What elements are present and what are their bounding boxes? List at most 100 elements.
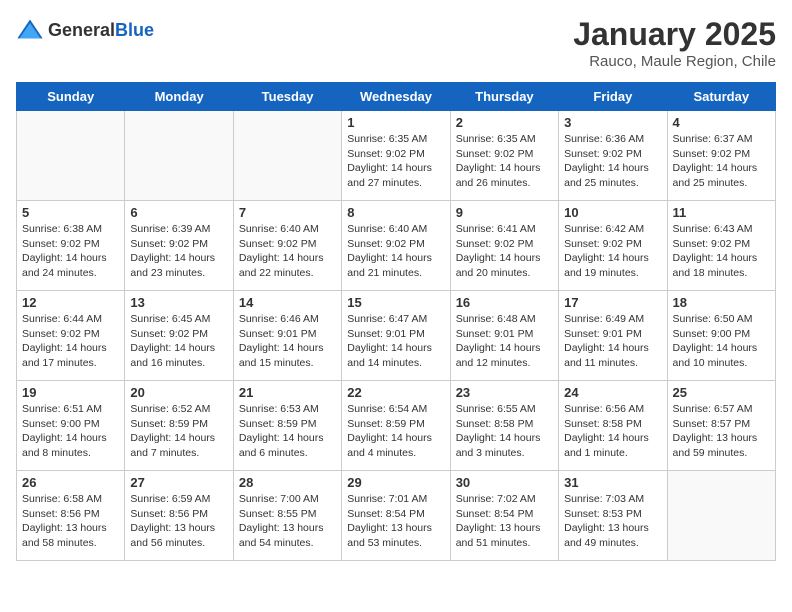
day-info: Sunrise: 6:38 AM Sunset: 9:02 PM Dayligh… (22, 222, 119, 281)
page-header: GeneralBlue January 2025 Rauco, Maule Re… (16, 16, 776, 70)
day-number: 11 (673, 205, 770, 220)
calendar-cell: 15 Sunrise: 6:47 AM Sunset: 9:01 PM Dayli… (342, 291, 450, 381)
week-row: 12 Sunrise: 6:44 AM Sunset: 9:02 PM Dayli… (17, 291, 776, 381)
day-number: 24 (564, 385, 661, 400)
day-number: 28 (239, 475, 336, 490)
day-number: 1 (347, 115, 444, 130)
calendar-table: SundayMondayTuesdayWednesdayThursdayFrid… (16, 82, 776, 561)
day-info: Sunrise: 6:51 AM Sunset: 9:00 PM Dayligh… (22, 402, 119, 461)
day-info: Sunrise: 6:35 AM Sunset: 9:02 PM Dayligh… (456, 132, 553, 191)
day-of-week-header: Tuesday (233, 83, 341, 111)
day-info: Sunrise: 7:03 AM Sunset: 8:53 PM Dayligh… (564, 492, 661, 551)
day-of-week-header: Thursday (450, 83, 558, 111)
day-number: 21 (239, 385, 336, 400)
day-info: Sunrise: 6:55 AM Sunset: 8:58 PM Dayligh… (456, 402, 553, 461)
calendar-subtitle: Rauco, Maule Region, Chile (573, 53, 776, 70)
day-info: Sunrise: 6:45 AM Sunset: 9:02 PM Dayligh… (130, 312, 227, 371)
week-row: 26Sunrise: 6:58 AM Sunset: 8:56 PM Dayli… (17, 471, 776, 561)
calendar-cell: 18 Sunrise: 6:50 AM Sunset: 9:00 PM Dayli… (667, 291, 775, 381)
day-info: Sunrise: 6:40 AM Sunset: 9:02 PM Dayligh… (347, 222, 444, 281)
calendar-cell: 8Sunrise: 6:40 AM Sunset: 9:02 PM Daylig… (342, 201, 450, 291)
day-info: Sunrise: 7:02 AM Sunset: 8:54 PM Dayligh… (456, 492, 553, 551)
week-row: 5 Sunrise: 6:38 AM Sunset: 9:02 PM Daylig… (17, 201, 776, 291)
calendar-cell: 17 Sunrise: 6:49 AM Sunset: 9:01 PM Dayli… (559, 291, 667, 381)
calendar-cell: 11 Sunrise: 6:43 AM Sunset: 9:02 PM Dayli… (667, 201, 775, 291)
day-info: Sunrise: 6:40 AM Sunset: 9:02 PM Dayligh… (239, 222, 336, 281)
day-number: 27 (130, 475, 227, 490)
day-info: Sunrise: 7:00 AM Sunset: 8:55 PM Dayligh… (239, 492, 336, 551)
calendar-cell: 29 Sunrise: 7:01 AM Sunset: 8:54 PM Dayli… (342, 471, 450, 561)
day-number: 19 (22, 385, 119, 400)
calendar-cell: 5 Sunrise: 6:38 AM Sunset: 9:02 PM Daylig… (17, 201, 125, 291)
day-info: Sunrise: 6:46 AM Sunset: 9:01 PM Dayligh… (239, 312, 336, 371)
calendar-cell (125, 111, 233, 201)
calendar-cell: 31 Sunrise: 7:03 AM Sunset: 8:53 PM Dayli… (559, 471, 667, 561)
day-number: 31 (564, 475, 661, 490)
calendar-cell: 14 Sunrise: 6:46 AM Sunset: 9:01 PM Dayli… (233, 291, 341, 381)
calendar-cell: 30 Sunrise: 7:02 AM Sunset: 8:54 PM Dayli… (450, 471, 558, 561)
calendar-cell (233, 111, 341, 201)
day-info: Sunrise: 6:43 AM Sunset: 9:02 PM Dayligh… (673, 222, 770, 281)
day-number: 14 (239, 295, 336, 310)
day-number: 20 (130, 385, 227, 400)
day-info: Sunrise: 6:35 AM Sunset: 9:02 PM Dayligh… (347, 132, 444, 191)
day-of-week-header: Saturday (667, 83, 775, 111)
day-number: 16 (456, 295, 553, 310)
day-number: 29 (347, 475, 444, 490)
calendar-cell: 1 Sunrise: 6:35 AM Sunset: 9:02 PM Daylig… (342, 111, 450, 201)
calendar-cell: 2 Sunrise: 6:35 AM Sunset: 9:02 PM Daylig… (450, 111, 558, 201)
day-info: Sunrise: 6:39 AM Sunset: 9:02 PM Dayligh… (130, 222, 227, 281)
day-number: 5 (22, 205, 119, 220)
calendar-cell: 6 Sunrise: 6:39 AM Sunset: 9:02 PM Daylig… (125, 201, 233, 291)
day-info: Sunrise: 6:56 AM Sunset: 8:58 PM Dayligh… (564, 402, 661, 461)
calendar-cell: 3 Sunrise: 6:36 AM Sunset: 9:02 PM Daylig… (559, 111, 667, 201)
day-number: 23 (456, 385, 553, 400)
week-row: 19 Sunrise: 6:51 AM Sunset: 9:00 PM Dayli… (17, 381, 776, 471)
calendar-cell: 27 Sunrise: 6:59 AM Sunset: 8:56 PM Dayli… (125, 471, 233, 561)
day-info: Sunrise: 6:49 AM Sunset: 9:01 PM Dayligh… (564, 312, 661, 371)
calendar-cell: 16 Sunrise: 6:48 AM Sunset: 9:01 PM Dayli… (450, 291, 558, 381)
day-number: 2 (456, 115, 553, 130)
day-info: Sunrise: 6:42 AM Sunset: 9:02 PM Dayligh… (564, 222, 661, 281)
calendar-cell: 7 Sunrise: 6:40 AM Sunset: 9:02 PM Daylig… (233, 201, 341, 291)
day-number: 22 (347, 385, 444, 400)
day-number: 4 (673, 115, 770, 130)
calendar-cell: 25Sunrise: 6:57 AM Sunset: 8:57 PM Dayli… (667, 381, 775, 471)
day-number: 3 (564, 115, 661, 130)
day-number: 15 (347, 295, 444, 310)
day-number: 30 (456, 475, 553, 490)
calendar-cell: 22 Sunrise: 6:54 AM Sunset: 8:59 PM Dayli… (342, 381, 450, 471)
day-number: 7 (239, 205, 336, 220)
calendar-cell: 24 Sunrise: 6:56 AM Sunset: 8:58 PM Dayli… (559, 381, 667, 471)
calendar-cell: 19 Sunrise: 6:51 AM Sunset: 9:00 PM Dayli… (17, 381, 125, 471)
week-row: 1 Sunrise: 6:35 AM Sunset: 9:02 PM Daylig… (17, 111, 776, 201)
day-of-week-header: Wednesday (342, 83, 450, 111)
day-info: Sunrise: 6:50 AM Sunset: 9:00 PM Dayligh… (673, 312, 770, 371)
day-info: Sunrise: 6:59 AM Sunset: 8:56 PM Dayligh… (130, 492, 227, 551)
day-number: 9 (456, 205, 553, 220)
day-number: 17 (564, 295, 661, 310)
day-info: Sunrise: 6:54 AM Sunset: 8:59 PM Dayligh… (347, 402, 444, 461)
day-info: Sunrise: 6:53 AM Sunset: 8:59 PM Dayligh… (239, 402, 336, 461)
calendar-cell: 23 Sunrise: 6:55 AM Sunset: 8:58 PM Dayli… (450, 381, 558, 471)
day-info: Sunrise: 6:41 AM Sunset: 9:02 PM Dayligh… (456, 222, 553, 281)
day-info: Sunrise: 6:44 AM Sunset: 9:02 PM Dayligh… (22, 312, 119, 371)
calendar-cell: 9 Sunrise: 6:41 AM Sunset: 9:02 PM Daylig… (450, 201, 558, 291)
day-number: 13 (130, 295, 227, 310)
calendar-cell: 13 Sunrise: 6:45 AM Sunset: 9:02 PM Dayli… (125, 291, 233, 381)
logo: GeneralBlue (16, 16, 154, 44)
day-of-week-header: Friday (559, 83, 667, 111)
calendar-title: January 2025 (573, 16, 776, 53)
day-number: 18 (673, 295, 770, 310)
day-number: 26 (22, 475, 119, 490)
calendar-cell (667, 471, 775, 561)
day-info: Sunrise: 7:01 AM Sunset: 8:54 PM Dayligh… (347, 492, 444, 551)
day-number: 6 (130, 205, 227, 220)
day-info: Sunrise: 6:47 AM Sunset: 9:01 PM Dayligh… (347, 312, 444, 371)
day-of-week-header: Sunday (17, 83, 125, 111)
day-number: 10 (564, 205, 661, 220)
day-number: 12 (22, 295, 119, 310)
day-info: Sunrise: 6:36 AM Sunset: 9:02 PM Dayligh… (564, 132, 661, 191)
day-info: Sunrise: 6:48 AM Sunset: 9:01 PM Dayligh… (456, 312, 553, 371)
logo-general: General (48, 20, 115, 40)
